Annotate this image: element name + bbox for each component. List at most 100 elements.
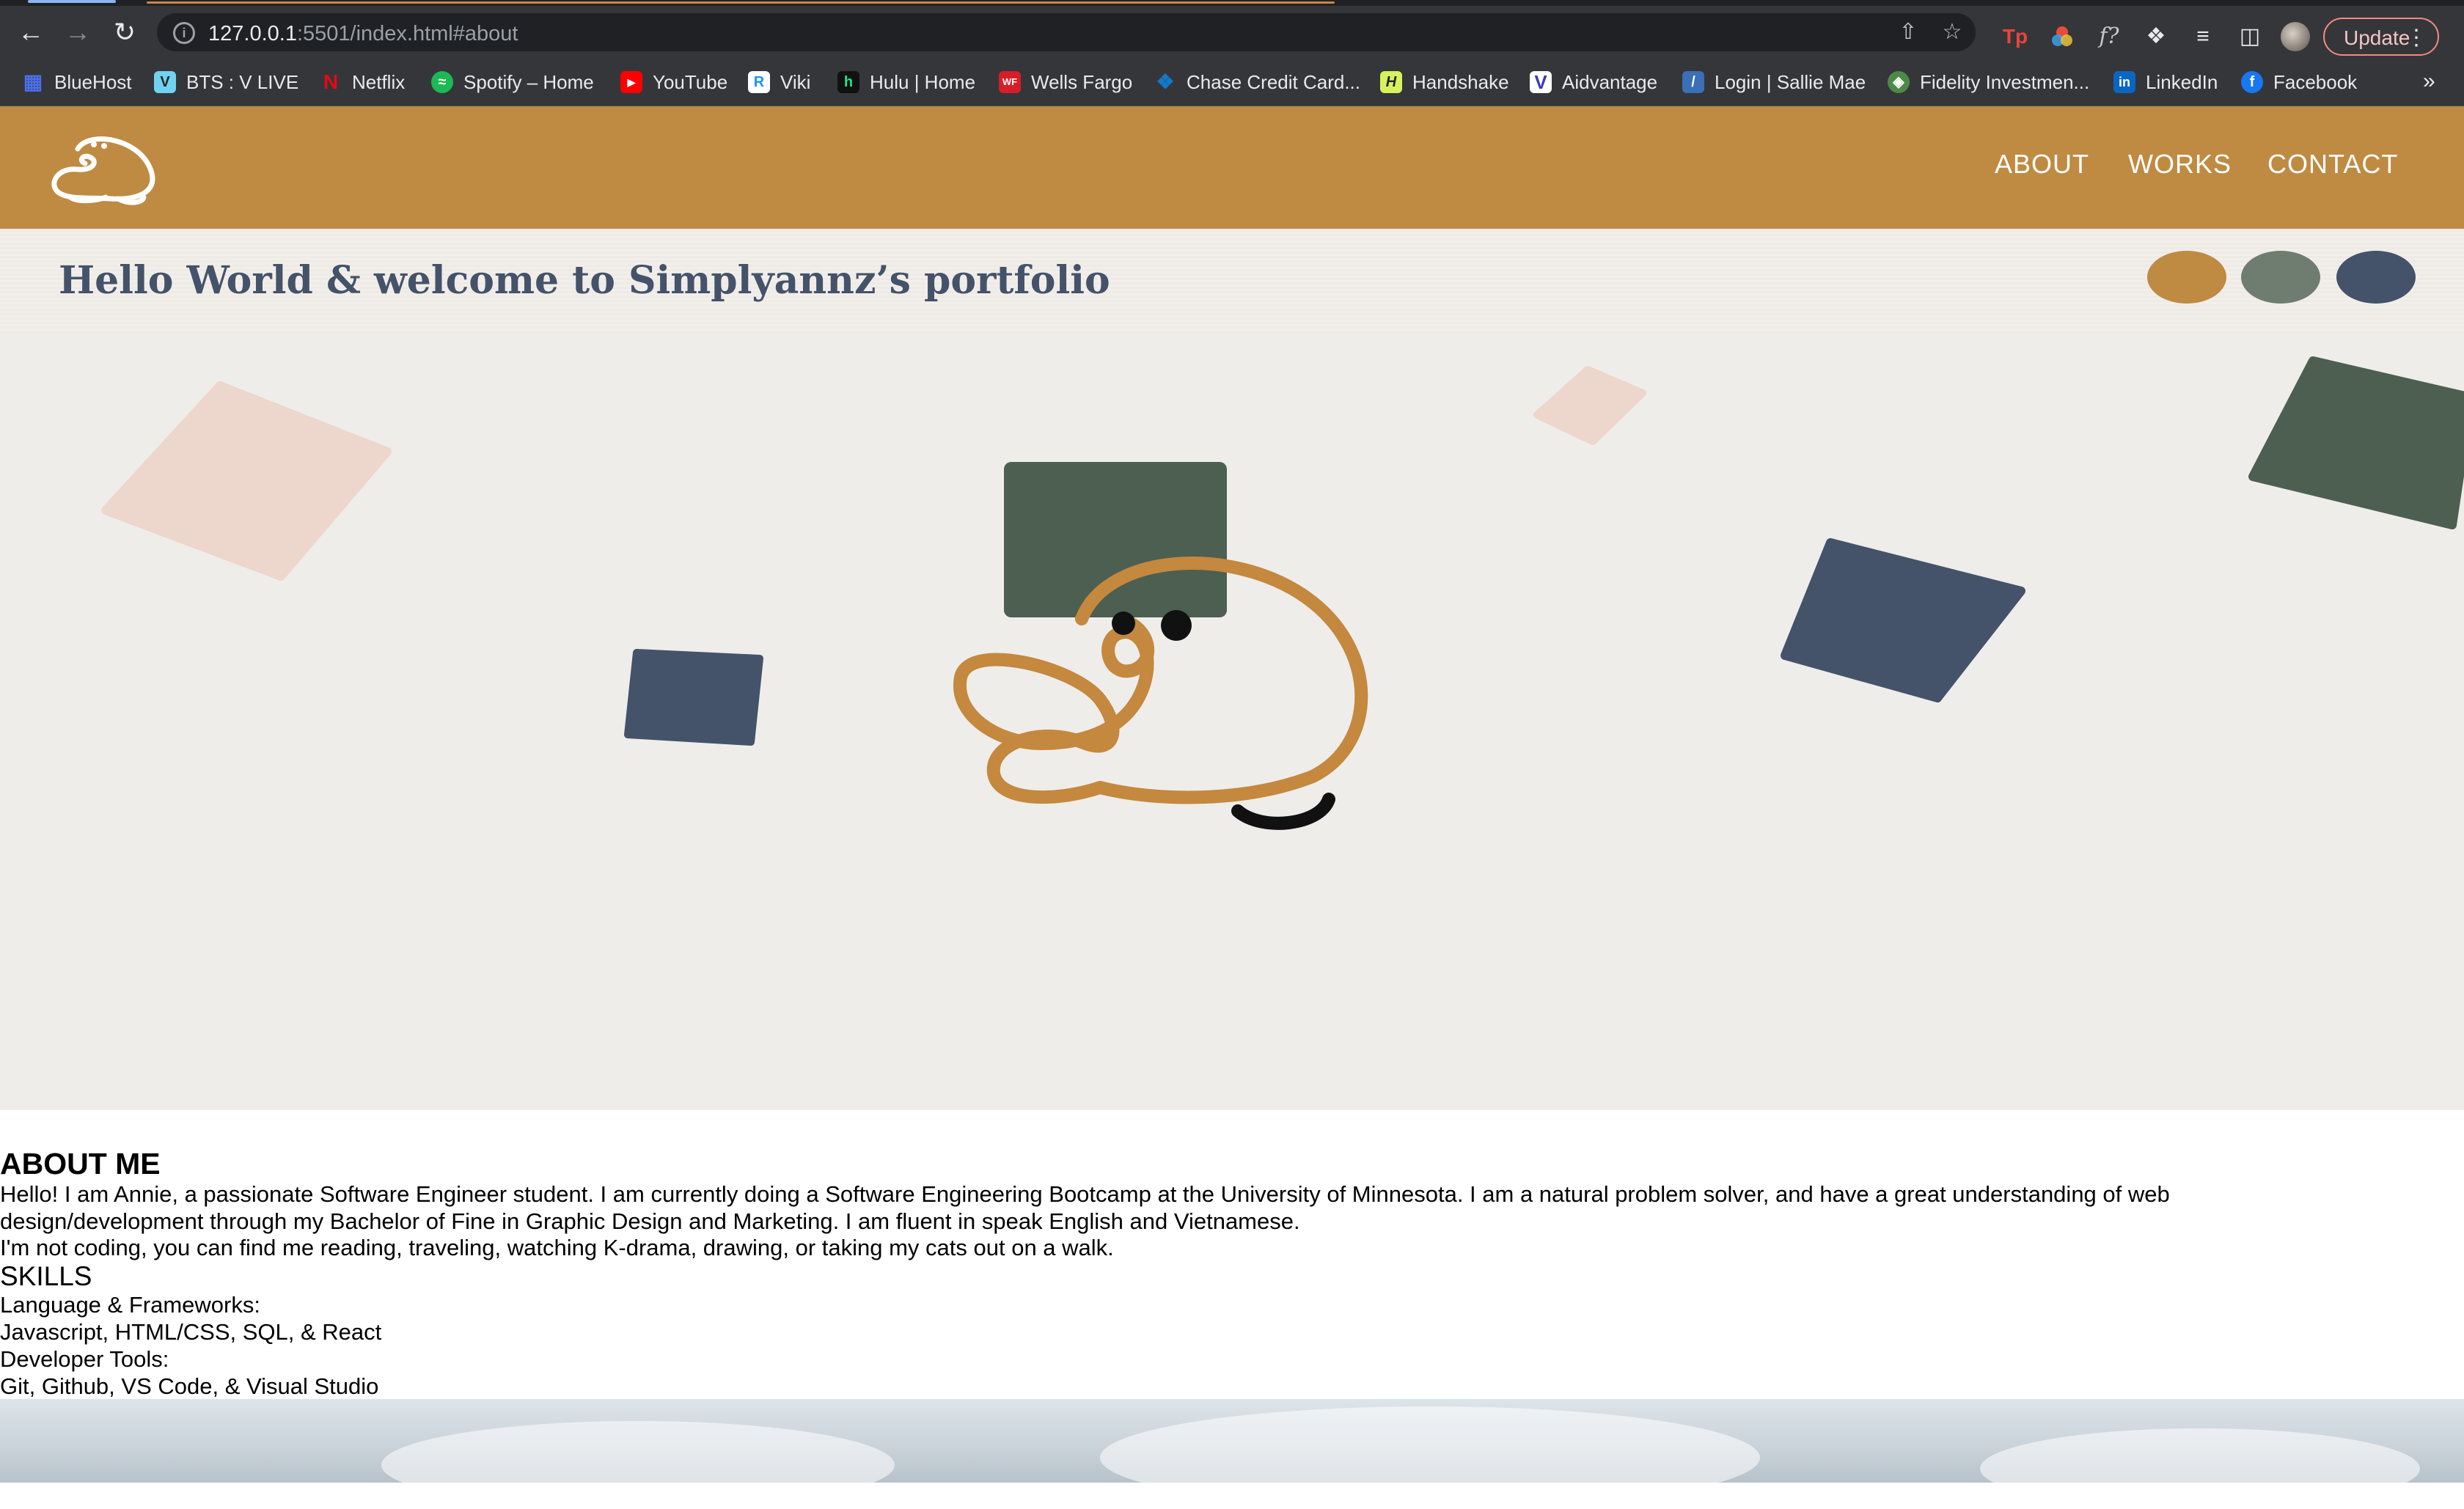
- bookmark-label: Fidelity Investmen...: [1920, 70, 2090, 93]
- bookmark-facebook[interactable]: f Facebook: [2241, 69, 2357, 95]
- bookmark-label: Aidvantage: [1562, 70, 1658, 93]
- url-path: :5501/index.html#about: [296, 22, 518, 45]
- update-button[interactable]: Update ⋮: [2323, 18, 2439, 56]
- bookmark-aidvantage[interactable]: V Aidvantage: [1530, 69, 1657, 95]
- skills-languages: Javascript, HTML/CSS, SQL, & React: [0, 1319, 382, 1345]
- bookmark-spotify[interactable]: ≈ Spotify – Home: [431, 69, 594, 95]
- wellsfargo-icon: WF: [999, 71, 1021, 93]
- page-load-progress: [147, 1, 1335, 4]
- bookmark-label: Login | Sallie Mae: [1715, 70, 1866, 93]
- blush-diamond-small: [1533, 366, 1646, 445]
- nav-contact-link[interactable]: CONTACT: [2267, 149, 2398, 180]
- media-queue-icon[interactable]: ≡: [2188, 22, 2218, 51]
- linkedin-icon: in: [2113, 71, 2135, 93]
- welcome-heading: Hello World & welcome to Simplyannz’s po…: [59, 258, 1110, 303]
- bookmark-label: BlueHost: [54, 70, 132, 93]
- bookmark-vlive[interactable]: V BTS : V LIVE: [154, 69, 298, 95]
- bookmark-sallie-mae[interactable]: / Login | Sallie Mae: [1682, 69, 1866, 95]
- url-text[interactable]: 127.0.0.1:5501/index.html#about: [208, 22, 518, 46]
- vlive-icon: V: [154, 71, 176, 93]
- green-diamond-corner: [2248, 356, 2464, 529]
- more-menu-icon[interactable]: ⋮: [2386, 19, 2427, 57]
- skills-tools: Git, Github, VS Code, & Visual Studio: [0, 1373, 379, 1399]
- site-header: ABOUT WORKS CONTACT: [0, 106, 2464, 229]
- mascot-right-eye: [1161, 610, 1192, 641]
- mascot-left-eye: [1112, 612, 1135, 635]
- bookmark-label: Netflix: [352, 70, 406, 93]
- bookmark-star-icon[interactable]: ☆: [1939, 21, 1965, 44]
- blush-diamond-large: [101, 381, 392, 581]
- footer-sky-image: [0, 1399, 2464, 1509]
- browser-toolbar: ← → ↻ i 127.0.0.1:5501/index.html#about …: [0, 6, 2464, 59]
- tp-extension-icon[interactable]: Tp: [2001, 22, 2030, 51]
- bookmark-label: Viki: [780, 70, 811, 93]
- share-icon[interactable]: ⇧: [1895, 21, 1921, 44]
- cloud-shape: [1980, 1428, 2420, 1509]
- extensions-puzzle-icon[interactable]: ❖: [2141, 22, 2171, 51]
- url-host: 127.0.0.1: [208, 22, 297, 45]
- cloud-shape: [1100, 1406, 1760, 1509]
- bookmark-label: Hulu | Home: [870, 70, 976, 93]
- color-wheel-extension-icon[interactable]: [2047, 22, 2077, 51]
- facebook-icon: f: [2241, 71, 2263, 93]
- skills-tools-label: Developer Tools:: [0, 1346, 169, 1372]
- salliemae-icon: /: [1682, 71, 1704, 93]
- bookmark-label: Wells Fargo: [1031, 70, 1133, 93]
- logo-icon[interactable]: [48, 127, 158, 208]
- nav-about-link[interactable]: ABOUT: [1995, 149, 2089, 180]
- netflix-icon: N: [323, 70, 339, 93]
- skills-languages-label: Language & Frameworks:: [0, 1292, 260, 1318]
- bookmark-handshake[interactable]: H Handshake: [1380, 69, 1509, 95]
- bookmark-viki[interactable]: R Viki: [748, 69, 810, 95]
- cloud-shape: [381, 1421, 895, 1509]
- bookmark-wells-fargo[interactable]: WF Wells Fargo: [999, 69, 1132, 95]
- browser-tab-strip: [0, 0, 2464, 6]
- bookmark-netflix[interactable]: N Netflix: [320, 69, 405, 95]
- about-hobbies: I'm not coding, you can find me reading,…: [0, 1235, 1114, 1260]
- bookmark-linkedin[interactable]: in LinkedIn: [2113, 69, 2218, 95]
- reload-icon[interactable]: ↻: [109, 16, 141, 48]
- hero-illustration: [0, 333, 2464, 1110]
- welcome-banner: Hello World & welcome to Simplyannz’s po…: [0, 229, 2464, 333]
- active-tab-indicator[interactable]: [28, 0, 116, 3]
- site-info-icon[interactable]: i: [173, 22, 195, 44]
- navy-small-square: [624, 649, 763, 746]
- mascot-foot: [1231, 793, 1335, 830]
- color-swatch-navy: [2336, 251, 2416, 304]
- color-swatch-gold: [2147, 251, 2226, 304]
- bookmark-youtube[interactable]: ▶ YouTube: [620, 69, 727, 95]
- handshake-icon: H: [1380, 71, 1402, 93]
- green-square: [1004, 462, 1227, 617]
- address-bar[interactable]: i 127.0.0.1:5501/index.html#about ⇧ ☆: [157, 13, 1976, 51]
- chase-icon: ❖: [1156, 70, 1175, 93]
- side-panel-icon[interactable]: ◫: [2235, 22, 2265, 51]
- youtube-icon: ▶: [620, 71, 642, 93]
- profile-avatar[interactable]: [2281, 22, 2310, 51]
- bookmark-label: LinkedIn: [2146, 70, 2218, 93]
- bookmarks-overflow-icon[interactable]: »: [2423, 69, 2435, 94]
- bookmark-label: Handshake: [1412, 70, 1509, 93]
- hulu-icon: h: [837, 71, 859, 93]
- bookmark-label: BTS : V LIVE: [186, 70, 299, 93]
- nav-works-link[interactable]: WORKS: [2128, 149, 2232, 180]
- back-arrow-icon[interactable]: ←: [15, 16, 47, 48]
- formula-extension-icon[interactable]: f?: [2094, 22, 2124, 51]
- color-swatch-green: [2241, 251, 2320, 304]
- bookmark-label: Chase Credit Card...: [1187, 70, 1360, 93]
- grid-icon: ▦: [23, 70, 43, 93]
- about-heading: ABOUT ME: [0, 1147, 161, 1181]
- bookmark-label: YouTube: [653, 70, 728, 93]
- bookmarks-bar: ▦ BlueHost V BTS : V LIVE N Netflix ≈ Spotif…: [0, 59, 2464, 106]
- bookmark-label: Facebook: [2273, 70, 2358, 93]
- forward-arrow-icon[interactable]: →: [62, 16, 94, 48]
- spotify-icon: ≈: [431, 71, 453, 93]
- bookmark-fidelity[interactable]: ◈ Fidelity Investmen...: [1888, 69, 2089, 95]
- viki-icon: R: [748, 71, 770, 93]
- bookmark-bluehost[interactable]: ▦ BlueHost: [22, 69, 132, 95]
- skills-heading: SKILLS: [0, 1261, 92, 1291]
- about-paragraph: Hello! I am Annie, a passionate Software…: [0, 1181, 2170, 1234]
- bookmark-hulu[interactable]: h Hulu | Home: [837, 69, 975, 95]
- aidvantage-icon: V: [1530, 71, 1552, 93]
- bookmark-chase[interactable]: ❖ Chase Credit Card...: [1154, 69, 1360, 95]
- fidelity-icon: ◈: [1888, 71, 1910, 93]
